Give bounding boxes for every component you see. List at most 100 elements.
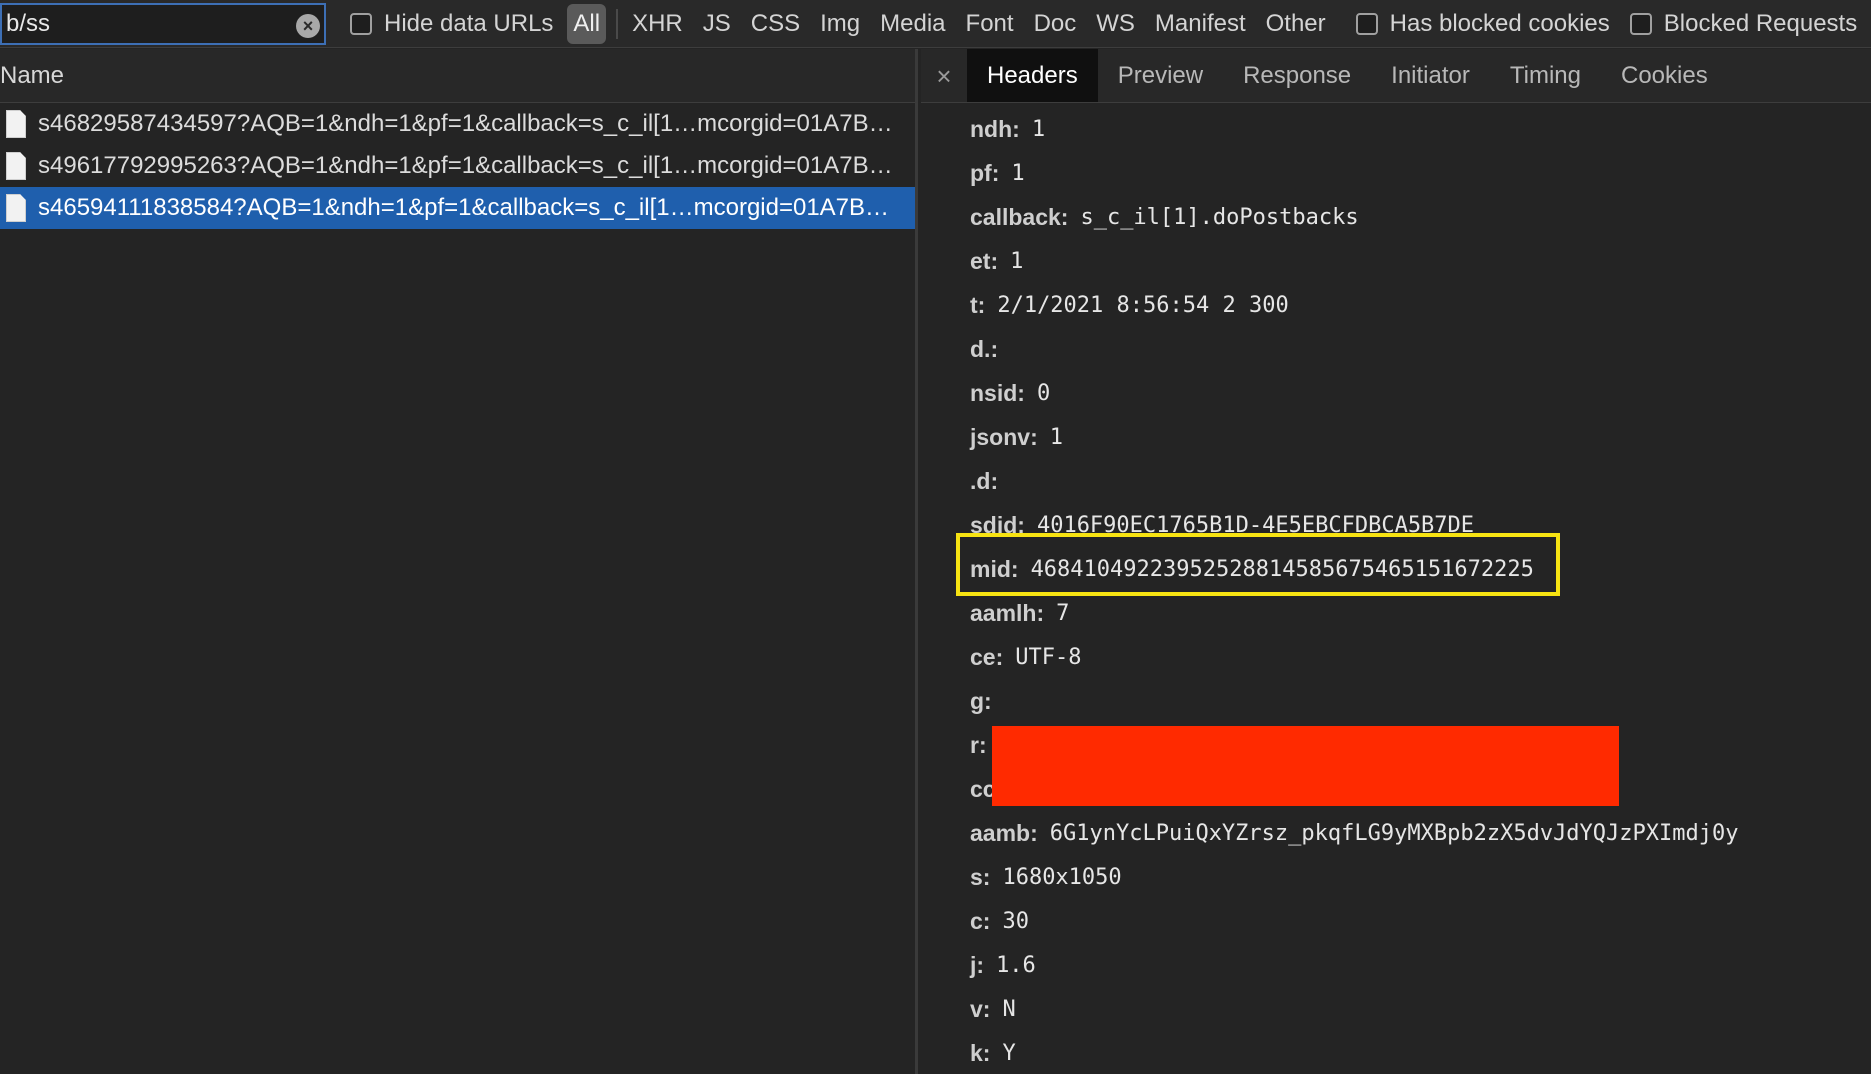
param-value: 1 <box>1031 116 1046 142</box>
filter-manifest-button[interactable]: Manifest <box>1155 10 1246 38</box>
filter-input[interactable] <box>2 9 282 38</box>
filter-xhr-button[interactable]: XHR <box>632 10 683 38</box>
query-params-list: ndh: 1 pf: 1 callback: s_c_il[1].doPostbackse… <box>921 103 1871 1074</box>
document-icon <box>6 194 26 222</box>
filter-media-button[interactable]: Media <box>880 10 945 38</box>
devtools-network-panel: × Hide data URLs All XHR JS CSS Img Medi… <box>0 0 1871 1074</box>
param-value: 6G1ynYcLPuiQxYZrsz_pkqfLG9yMXBpb2zX5dvJd… <box>1049 820 1739 846</box>
filter-box: × <box>0 2 326 45</box>
checkbox-box[interactable] <box>1629 12 1652 35</box>
request-name: s46829587434597?AQB=1&ndh=1&pf=1&callbac… <box>38 110 893 137</box>
param-key: .d: <box>970 467 999 494</box>
query-param-row: ndh: 1 <box>970 107 1871 151</box>
param-value: 2/1/2021 8:56:54 2 300 <box>997 292 1289 318</box>
close-icon[interactable]: × <box>921 49 967 102</box>
filter-css-button[interactable]: CSS <box>751 10 800 38</box>
details-tabbar: × Headers Preview Response Initiator Tim… <box>921 49 1871 103</box>
tab-cookies[interactable]: Cookies <box>1601 49 1728 102</box>
param-value: 1.6 <box>996 952 1036 978</box>
checkbox-box[interactable] <box>1355 12 1378 35</box>
param-key: s: <box>970 863 991 890</box>
query-param-row: g: <box>970 679 1871 723</box>
query-param-row: t: 2/1/2021 8:56:54 2 300 <box>970 283 1871 327</box>
query-param-row: nsid: 0 <box>970 371 1871 415</box>
filter-img-button[interactable]: Img <box>820 10 860 38</box>
filter-font-button[interactable]: Font <box>966 10 1014 38</box>
tab-preview[interactable]: Preview <box>1098 49 1223 102</box>
filter-ws-button[interactable]: WS <box>1096 10 1135 38</box>
param-value: 7 <box>1056 600 1070 626</box>
document-icon <box>6 152 26 180</box>
query-param-row: aamlh: 7 <box>970 591 1871 635</box>
param-value: 1680x1050 <box>1002 864 1122 890</box>
query-param-row: pf: 1 <box>970 151 1871 195</box>
param-key: et: <box>970 247 999 274</box>
param-value: 1 <box>1049 424 1063 450</box>
query-param-row: s: 1680x1050 <box>970 855 1871 899</box>
request-row[interactable]: s46829587434597?AQB=1&ndh=1&pf=1&callbac… <box>0 103 915 145</box>
param-key: aamb: <box>970 819 1038 846</box>
param-key: c: <box>970 907 991 934</box>
query-param-row: et: 1 <box>970 239 1871 283</box>
query-param-row: j: 1.6 <box>970 943 1871 987</box>
query-param-row: c: 30 <box>970 899 1871 943</box>
query-param-row: aamb: 6G1ynYcLPuiQxYZrsz_pkqfLG9yMXBpb2zX… <box>970 811 1871 855</box>
param-key: v: <box>970 995 991 1022</box>
tab-timing[interactable]: Timing <box>1490 49 1601 102</box>
param-key: j: <box>970 951 985 978</box>
param-value: UTF-8 <box>1015 644 1082 670</box>
checkbox-box[interactable] <box>350 12 372 35</box>
param-key: jsonv: <box>970 423 1038 450</box>
query-param-row: jsonv: 1 <box>970 415 1871 459</box>
filter-js-button[interactable]: JS <box>703 10 731 38</box>
param-key: t: <box>970 291 986 318</box>
hide-data-urls-label: Hide data URLs <box>384 9 554 37</box>
redaction-block <box>992 726 1619 806</box>
filter-other-button[interactable]: Other <box>1266 10 1326 38</box>
param-key: callback: <box>970 203 1069 230</box>
param-key: nsid: <box>970 379 1025 406</box>
param-value: 1 <box>1011 160 1025 186</box>
param-key: k: <box>970 1039 991 1066</box>
name-column-header[interactable]: Name <box>0 49 915 103</box>
param-value: 0 <box>1036 380 1051 406</box>
query-param-row: d.: <box>970 327 1871 371</box>
blocked-requests-checkbox[interactable]: Blocked Requests <box>1629 9 1858 38</box>
param-key: ndh: <box>970 115 1020 142</box>
param-key: aamlh: <box>970 599 1045 626</box>
request-details: × Headers Preview Response Initiator Tim… <box>921 49 1871 1074</box>
toolbar-divider <box>616 8 619 39</box>
param-key: ce: <box>970 643 1004 670</box>
tab-headers[interactable]: Headers <box>967 49 1098 102</box>
filter-all-button[interactable]: All <box>567 3 607 44</box>
request-name: s46594111838584?AQB=1&ndh=1&pf=1&callbac… <box>38 194 890 221</box>
param-key: d.: <box>970 335 999 362</box>
param-key: g: <box>970 687 992 714</box>
has-blocked-cookies-label: Has blocked cookies <box>1389 9 1610 37</box>
param-value: s_c_il[1].doPostbacks <box>1080 204 1359 230</box>
hide-data-urls-checkbox[interactable]: Hide data URLs <box>350 10 553 38</box>
param-value: 30 <box>1002 908 1029 934</box>
has-blocked-cookies-checkbox[interactable]: Has blocked cookies <box>1355 9 1610 38</box>
param-key: pf: <box>970 159 1000 186</box>
param-key: r: <box>970 731 987 758</box>
blocked-requests-label: Blocked Requests <box>1663 9 1858 37</box>
request-row[interactable]: s49617792995263?AQB=1&ndh=1&pf=1&callbac… <box>0 145 915 187</box>
query-param-row: .d: <box>970 459 1871 503</box>
tab-initiator[interactable]: Initiator <box>1371 49 1490 102</box>
query-param-row: k: Y <box>970 1031 1871 1074</box>
param-value: 1 <box>1010 248 1024 274</box>
document-icon <box>6 110 26 138</box>
query-param-row: ce: UTF-8 <box>970 635 1871 679</box>
filter-doc-button[interactable]: Doc <box>1034 10 1077 38</box>
filter-toolbar: × Hide data URLs All XHR JS CSS Img Medi… <box>0 0 1871 48</box>
query-param-row: v: N <box>970 987 1871 1031</box>
param-value: Y <box>1002 1040 1016 1066</box>
clear-filter-icon[interactable]: × <box>296 13 320 38</box>
param-value: N <box>1002 996 1016 1022</box>
request-row-selected[interactable]: s46594111838584?AQB=1&ndh=1&pf=1&callbac… <box>0 187 915 229</box>
request-name: s49617792995263?AQB=1&ndh=1&pf=1&callbac… <box>38 152 893 179</box>
sdid-highlight-box <box>956 533 1560 596</box>
tab-response[interactable]: Response <box>1223 49 1371 102</box>
query-param-row: callback: s_c_il[1].doPostbacks <box>970 195 1871 239</box>
